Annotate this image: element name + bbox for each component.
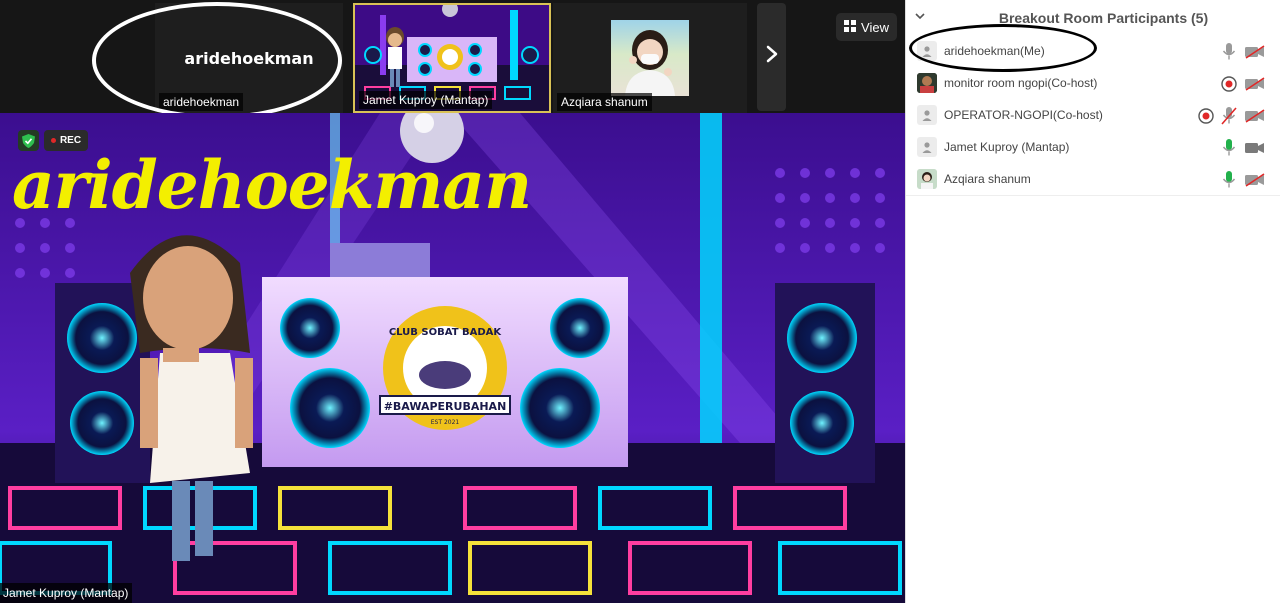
video-thumbnail-strip: aridehoekman aridehoekman Jamet Kuproy (… (0, 0, 905, 119)
booth-logo-text: CLUB SOBAT BADAK #BAWAPERUBAHAN EST 2021 (384, 327, 507, 426)
view-layout-button[interactable]: View (836, 13, 897, 41)
meeting-area: aridehoekman aridehoekman Jamet Kuproy (… (0, 0, 905, 603)
microphone-muted-icon[interactable] (1219, 106, 1239, 126)
recording-icon[interactable] (1196, 106, 1216, 126)
breakout-participants-panel: Breakout Room Participants (5) aridehoek… (905, 0, 1280, 603)
rec-label: REC (59, 135, 82, 146)
active-speaker-video[interactable]: aridehoekman CLUB SOBAT BADAK #BAWAPERUB… (0, 113, 905, 603)
logo-top-text: CLUB SOBAT BADAK (389, 327, 503, 338)
encryption-shield-icon[interactable] (18, 130, 39, 151)
microphone-on-icon[interactable] (1219, 170, 1239, 190)
participant-row[interactable]: OPERATOR-NGOPI(Co-host) (906, 99, 1280, 131)
recording-indicator[interactable]: REC (44, 130, 88, 151)
participant-name: OPERATOR-NGOPI(Co-host) (944, 108, 1103, 122)
active-speaker-name: Jamet Kuproy (Mantap) (0, 583, 133, 603)
participant-name: aridehoekman(Me) (944, 44, 1045, 58)
rec-dot-icon (50, 138, 56, 143)
person-icon (917, 105, 937, 125)
grid-icon (844, 19, 857, 35)
participant-name: Jamet Kuproy (Mantap) (944, 140, 1070, 154)
panel-header: Breakout Room Participants (5) (906, 0, 1280, 36)
participant-video-photo (611, 20, 689, 96)
person-icon (917, 137, 937, 157)
logo-ribbon-text: #BAWAPERUBAHAN (384, 400, 507, 413)
video-off-icon[interactable] (1245, 170, 1265, 190)
tile-name-label: aridehoekman (159, 93, 244, 111)
participant-row[interactable]: monitor room ngopi(Co-host) (906, 67, 1280, 99)
tile-name-label: Azqiara shanum (557, 93, 652, 111)
panel-title: Breakout Room Participants (5) (998, 10, 1209, 26)
participant-row[interactable]: Jamet Kuproy (Mantap) (906, 131, 1280, 163)
tile-name-label: Jamet Kuproy (Mantap) (359, 91, 493, 109)
video-off-icon[interactable] (1245, 42, 1265, 62)
video-on-icon[interactable] (1245, 138, 1265, 158)
participant-name: Azqiara shanum (944, 172, 1031, 186)
next-page-button[interactable] (757, 3, 786, 111)
photo-avatar (917, 73, 937, 93)
participant-row[interactable]: Azqiara shanum (906, 163, 1280, 195)
recording-icon[interactable] (1219, 74, 1239, 94)
video-off-icon[interactable] (1245, 74, 1265, 94)
microphone-on-icon[interactable] (1219, 138, 1239, 158)
zoom-meeting-window: aridehoekman aridehoekman Jamet Kuproy (… (0, 0, 1280, 603)
logo-bottom-text: EST 2021 (431, 419, 460, 426)
video-tile-aridehoekman[interactable]: aridehoekman aridehoekman (155, 3, 343, 113)
chevron-right-icon (765, 44, 779, 70)
participant-row[interactable]: aridehoekman(Me) (906, 35, 1280, 67)
list-divider (906, 195, 1280, 196)
video-tile-jamet-kuproy[interactable]: Jamet Kuproy (Mantap) (353, 3, 551, 113)
tile-big-name: aridehoekman (184, 49, 314, 68)
person-icon (917, 41, 937, 61)
girl-photo (625, 30, 675, 96)
view-label: View (861, 19, 889, 35)
photo-avatar (917, 169, 937, 189)
participant-name: monitor room ngopi(Co-host) (944, 76, 1098, 90)
video-tile-azqiara-shanum[interactable]: Azqiara shanum (553, 3, 747, 113)
microphone-icon[interactable] (1219, 42, 1239, 62)
video-off-icon[interactable] (1245, 106, 1265, 126)
